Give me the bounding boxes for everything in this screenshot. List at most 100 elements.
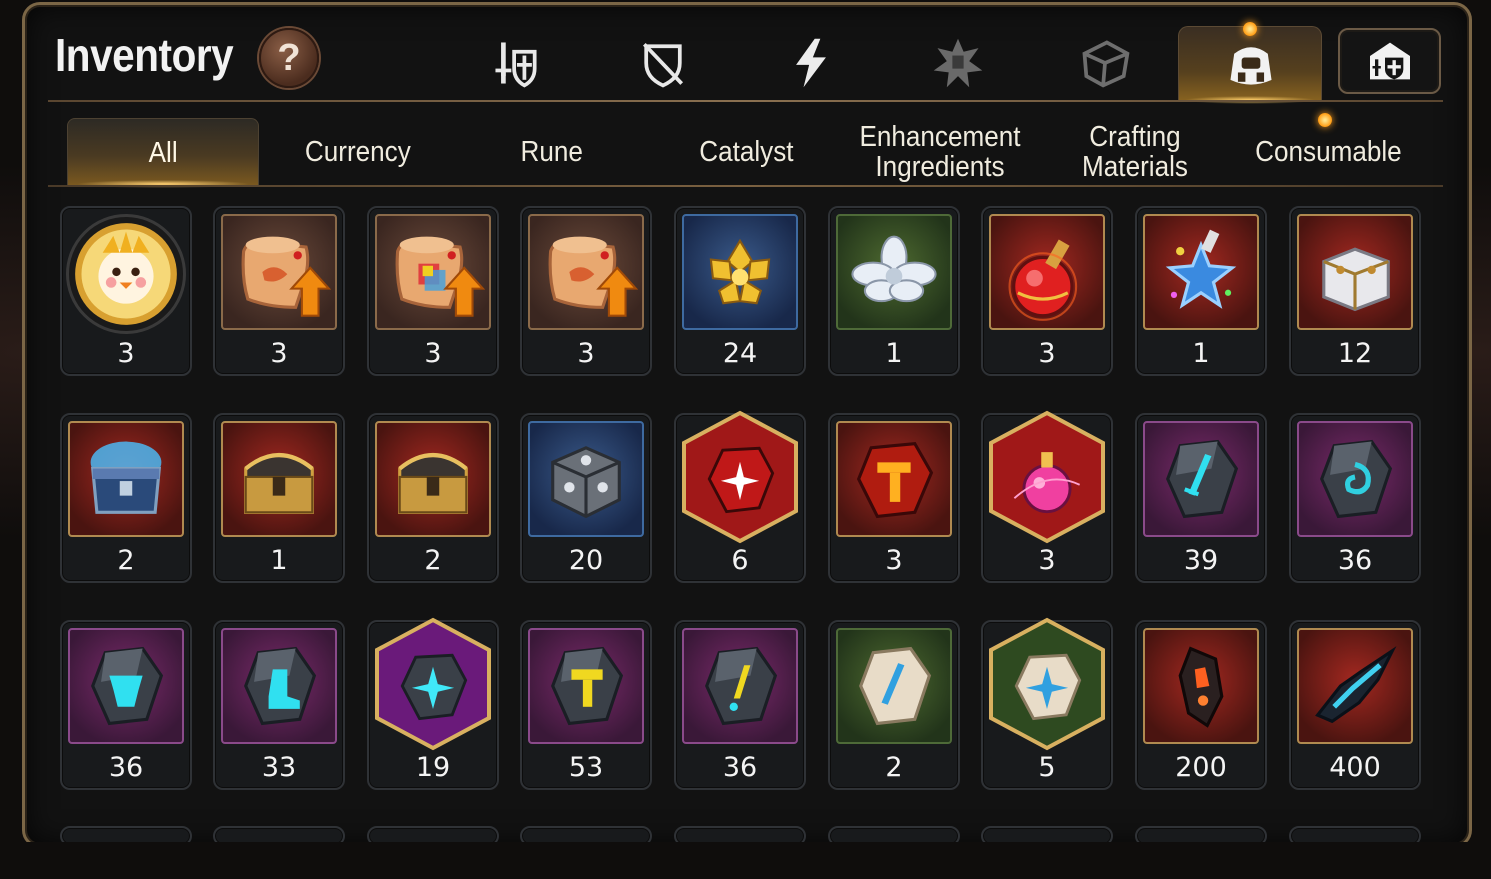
dark-shard-icon [1303,634,1407,738]
swirl-stone-icon [1303,427,1407,531]
tab-consumable[interactable]: Consumable [1232,118,1424,186]
red-star-stone-icon [692,431,788,527]
inventory-slot[interactable]: 53 [520,620,652,790]
tab-divider [48,185,1443,187]
silver-flower-icon [842,220,946,324]
gold-chest-icon [381,427,485,531]
tab-enhancement-ingredients[interactable]: Enhancement Ingredients [844,118,1036,186]
red-potion-icon [995,220,1099,324]
panel-bottom-mask [22,842,1472,879]
item-count: 6 [731,545,749,576]
item-count: 20 [568,545,604,576]
inventory-slot[interactable]: 19 [367,617,499,790]
item-count: 3 [1038,338,1056,369]
inventory-slot[interactable]: 36 [60,620,192,790]
purple-star-stone-icon [385,638,481,734]
inventory-slot[interactable]: 3 [981,410,1113,583]
item-count: 36 [722,752,758,783]
inventory-slot[interactable]: 3 [367,206,499,376]
tab-catalyst[interactable]: Catalyst [650,118,842,186]
upgrade-scroll-icon [534,220,638,324]
inventory-slot[interactable]: 3 [213,206,345,376]
upgrade-scroll-icon [227,220,331,324]
inventory-slot[interactable]: 1 [1135,206,1267,376]
item-count: 36 [108,752,144,783]
header-divider [48,100,1443,102]
inventory-slot[interactable]: 36 [674,620,806,790]
item-count: 53 [568,752,604,783]
exclaim-stone-icon [688,634,792,738]
notification-dot [1243,22,1257,36]
pink-potion-icon [999,431,1095,527]
equipment-icon[interactable] [486,33,546,93]
item-count: 2 [885,752,903,783]
inventory-slot[interactable]: 12 [1289,206,1421,376]
item-count: 19 [415,752,451,783]
inventory-slot[interactable]: 6 [674,410,806,583]
inventory-slot[interactable]: 200 [1135,620,1267,790]
dark-crystal-icon [1149,634,1253,738]
guild-storage-button[interactable] [1338,28,1441,94]
item-count: 1 [1192,338,1210,369]
star-potion-icon [1149,220,1253,324]
item-count: 400 [1329,752,1381,783]
inventory-slot[interactable]: 400 [1289,620,1421,790]
inventory-slot[interactable]: 33 [213,620,345,790]
item-count: 36 [1337,545,1373,576]
inventory-slot[interactable]: 2 [60,413,192,583]
item-count: 3 [270,338,288,369]
inventory-slot[interactable]: 1 [828,206,960,376]
item-count: 3 [885,545,903,576]
tab-crafting-materials[interactable]: Crafting Materials [1040,118,1230,186]
inventory-slot[interactable]: 39 [1135,413,1267,583]
blue-chest-icon [74,427,178,531]
sword-stone-icon [1149,427,1253,531]
help-button[interactable]: ? [259,28,319,88]
rainbow-upgrade-scroll-icon [381,220,485,324]
item-count: 33 [261,752,297,783]
item-count: 2 [424,545,442,576]
backpack-icon[interactable] [1221,35,1281,95]
item-count: 2 [117,545,135,576]
inventory-slot[interactable]: 3 [60,206,192,376]
item-count: 200 [1175,752,1227,783]
hammer-stone-icon [534,634,638,738]
item-count: 3 [424,338,442,369]
mascot-coin-icon [73,221,179,327]
item-count: 12 [1337,338,1373,369]
inventory-slot[interactable]: 2 [367,413,499,583]
tab-currency[interactable]: Currency [262,118,454,186]
item-count: 3 [117,338,135,369]
inventory-slot[interactable]: 1 [213,413,345,583]
lightning-icon[interactable] [781,33,841,93]
item-count: 24 [722,338,758,369]
no-equip-icon[interactable] [633,33,693,93]
silver-chest-icon [1303,220,1407,324]
white-sword-stone-icon [842,634,946,738]
item-count: 5 [1038,752,1056,783]
inventory-slot[interactable]: 3 [520,206,652,376]
item-count: 3 [1038,545,1056,576]
tab-rune[interactable]: Rune [456,118,648,186]
inventory-slot[interactable]: 36 [1289,413,1421,583]
item-count: 39 [1183,545,1219,576]
armor-stone-icon [74,634,178,738]
artifact-icon[interactable] [928,33,988,93]
inventory-slot[interactable]: 3 [981,206,1113,376]
white-star-stone-icon [999,638,1095,734]
inventory-slot[interactable]: 5 [981,617,1113,790]
item-count: 1 [885,338,903,369]
cube-icon[interactable] [1075,33,1135,93]
inventory-slot[interactable]: 2 [828,620,960,790]
steel-cube-icon [534,427,638,531]
gold-chest-icon [227,427,331,531]
tab-all[interactable]: All [67,118,259,188]
item-count: 1 [270,545,288,576]
page-title: Inventory [55,29,234,81]
inventory-slot[interactable]: 24 [674,206,806,376]
inventory-slot[interactable]: 20 [520,413,652,583]
boot-stone-icon [227,634,331,738]
gold-crystal-icon [688,220,792,324]
guild-storage-icon [1369,42,1410,80]
inventory-slot[interactable]: 3 [828,413,960,583]
